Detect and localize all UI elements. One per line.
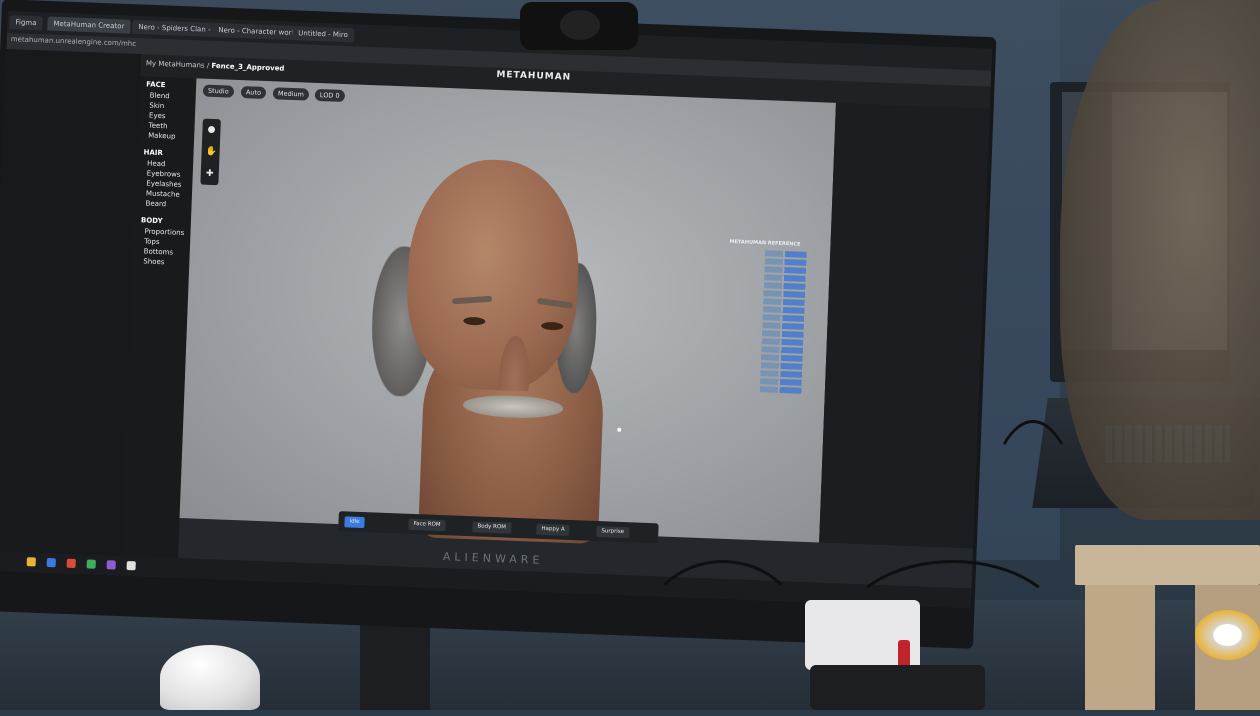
- desk-figurine: [160, 645, 260, 710]
- sidebar-item-blend[interactable]: Blend: [150, 92, 170, 101]
- sidebar-item-mustache[interactable]: Mustache: [146, 189, 180, 198]
- toolbar-medium[interactable]: Medium: [272, 87, 310, 101]
- sidebar-section-face: FACE: [146, 80, 166, 90]
- anim-chip-idle[interactable]: Idle: [344, 516, 365, 529]
- reference-line: [723, 384, 814, 395]
- sidebar-item-eyes[interactable]: Eyes: [149, 112, 166, 121]
- folder-icon[interactable]: [26, 557, 36, 567]
- reference-overlay: METAHUMAN REFERENCE: [723, 239, 820, 396]
- toolbar-studio[interactable]: Studio: [202, 84, 234, 98]
- sidebar-item-eyebrows[interactable]: Eyebrows: [147, 169, 181, 178]
- anim-chip-body-rom[interactable]: Body ROM: [472, 521, 512, 534]
- app-icon[interactable]: [86, 559, 96, 569]
- cable: [980, 420, 1086, 686]
- side-table-leg: [1085, 585, 1155, 710]
- app-icon[interactable]: [106, 560, 116, 570]
- side-table-top: [1075, 545, 1260, 585]
- tape-roll: [1195, 610, 1260, 660]
- toolbar-auto[interactable]: Auto: [240, 86, 267, 99]
- sidebar-item-tops[interactable]: Tops: [144, 237, 160, 246]
- right-panel: [819, 102, 990, 549]
- app-icon[interactable]: [46, 557, 56, 568]
- sidebar-item-bottoms[interactable]: Bottoms: [144, 247, 174, 256]
- person-head-foreground: [1060, 0, 1260, 520]
- move-icon[interactable]: ✚: [205, 169, 215, 179]
- sidebar-section-body: BODY: [140, 216, 163, 226]
- sidebar-item-eyelashes[interactable]: Eyelashes: [146, 179, 181, 188]
- browser-tab[interactable]: MetaHuman Creator: [47, 16, 131, 34]
- sidebar-item-head[interactable]: Head: [147, 159, 166, 168]
- browser-tab[interactable]: Figma: [9, 15, 43, 31]
- character-nose: [498, 335, 531, 392]
- face-select-icon[interactable]: ●: [206, 125, 216, 135]
- character-mustache: [462, 393, 564, 420]
- hand-icon[interactable]: ✋: [205, 147, 217, 157]
- anim-chip-surprise[interactable]: Surprise: [596, 526, 630, 539]
- monitor-screen: Figma MetaHuman Creator Nero - Spiders C…: [0, 11, 993, 609]
- anim-chip-face-rom[interactable]: Face ROM: [408, 518, 446, 532]
- desktop-left-area: [0, 48, 142, 576]
- webcam-lens: [560, 10, 600, 40]
- sidebar-item-proportions[interactable]: Proportions: [144, 227, 184, 237]
- app-icon[interactable]: [126, 560, 136, 571]
- toolbar-lod[interactable]: LOD 0: [314, 88, 345, 103]
- anim-chip-happy[interactable]: Happy A: [536, 523, 570, 536]
- sidebar-section-hair: HAIR: [143, 148, 163, 158]
- cable: [640, 560, 806, 716]
- sidebar-item-shoes[interactable]: Shoes: [143, 257, 164, 266]
- app-icon[interactable]: [66, 558, 76, 569]
- sidebar-item-teeth[interactable]: Teeth: [148, 122, 167, 131]
- sidebar-item-makeup[interactable]: Makeup: [148, 132, 176, 141]
- browser-tab[interactable]: Untitled - Miro: [291, 25, 355, 43]
- sidebar-item-skin[interactable]: Skin: [149, 102, 164, 111]
- sidebar-item-beard[interactable]: Beard: [145, 199, 166, 208]
